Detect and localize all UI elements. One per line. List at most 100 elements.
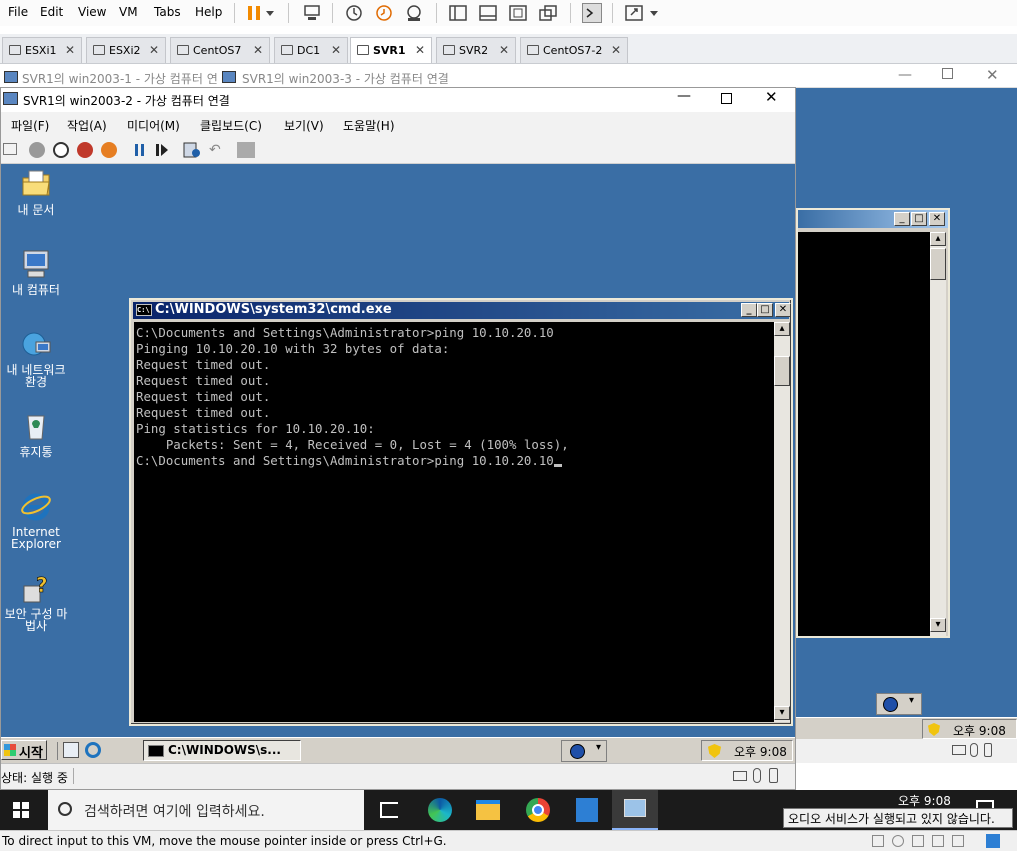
security-shield-icon[interactable]	[708, 744, 721, 758]
maximize-icon[interactable]: □	[757, 303, 773, 317]
hdd-icon[interactable]	[872, 835, 884, 847]
maximize-icon[interactable]: □	[911, 212, 927, 226]
sidebar-toggle-icon[interactable]	[448, 3, 468, 23]
scroll-thumb[interactable]	[930, 248, 946, 280]
tab-svr1[interactable]: SVR1 ✕	[350, 37, 432, 63]
network-adapter-icon[interactable]	[912, 835, 924, 847]
close-icon[interactable]: ✕	[611, 43, 621, 57]
menu-help[interactable]: 도움말(H)	[343, 117, 395, 134]
audio-service-toast[interactable]: 오디오 서비스가 실행되고 있지 않습니다.	[783, 808, 1013, 828]
pause-icon[interactable]	[133, 143, 147, 157]
maximize-icon[interactable]	[721, 93, 732, 104]
close-icon[interactable]: ✕	[499, 43, 509, 57]
menu-help[interactable]: Help	[195, 5, 222, 19]
taskbar-button-cmd[interactable]: C:\WINDOWS\s...	[143, 740, 301, 761]
desktop-icon-my-computer[interactable]: 내 컴퓨터	[1, 248, 71, 296]
close-icon[interactable]: ✕	[929, 212, 945, 226]
thumbnail-bar-icon[interactable]	[478, 3, 498, 23]
cmd-window[interactable]: C:\ C:\WINDOWS\system32\cmd.exe _ □ ✕ C:…	[129, 298, 793, 726]
enhanced-session-icon[interactable]	[237, 142, 255, 158]
host-search-box[interactable]: 검색하려면 여기에 입력하세요.	[48, 790, 364, 830]
tab-centos7-2[interactable]: CentOS7-2 ✕	[520, 37, 628, 63]
full-screen-icon[interactable]	[508, 3, 528, 23]
menu-file[interactable]: File	[8, 5, 28, 19]
chevron-down-icon[interactable]	[264, 3, 276, 23]
scrollbar[interactable]: ▴ ▾	[774, 322, 790, 722]
file-explorer-icon[interactable]	[476, 800, 500, 820]
cmd-console-output[interactable]: C:\Documents and Settings\Administrator>…	[134, 322, 774, 722]
start-icon[interactable]	[29, 142, 45, 158]
save-state-icon[interactable]	[101, 142, 117, 158]
bg-window-title-1[interactable]: SVR1의 win2003-1 - 가상 컴퓨터 연	[22, 70, 218, 87]
tab-centos7[interactable]: CentOS7 ✕	[170, 37, 270, 63]
menu-view[interactable]: 보기(V)	[284, 117, 324, 134]
revert-snapshot-icon[interactable]	[374, 3, 394, 23]
menu-tabs[interactable]: Tabs	[154, 5, 181, 19]
edge-icon[interactable]	[428, 798, 452, 822]
snapshot-icon[interactable]	[344, 3, 364, 23]
menu-file[interactable]: 파일(F)	[11, 117, 49, 134]
ctrl-alt-del-icon[interactable]	[3, 143, 17, 155]
maximize-icon[interactable]	[942, 68, 953, 79]
console-view-icon[interactable]	[582, 3, 602, 23]
scroll-up-icon[interactable]: ▴	[930, 232, 946, 246]
chrome-icon[interactable]	[526, 798, 550, 822]
chevron-down-icon[interactable]: ▾	[596, 742, 601, 753]
task-view-icon[interactable]	[380, 802, 398, 818]
windows-start-icon[interactable]	[13, 802, 29, 818]
vm-manager-icon[interactable]	[576, 798, 598, 822]
revert-icon[interactable]: ↶	[209, 142, 225, 158]
desktop-icon-internet-explorer[interactable]: Internet Explorer	[1, 490, 71, 550]
start-button[interactable]: 시작	[1, 740, 47, 761]
shutdown-icon[interactable]	[77, 142, 93, 158]
scroll-thumb[interactable]	[774, 356, 790, 386]
minimize-icon[interactable]: _	[741, 303, 757, 317]
send-ctrl-alt-del-icon[interactable]	[302, 3, 322, 23]
scroll-up-icon[interactable]: ▴	[774, 322, 790, 336]
tab-esxi1[interactable]: ESXi1 ✕	[2, 37, 82, 63]
globe-icon[interactable]	[570, 744, 585, 759]
tab-dc1[interactable]: DC1 ✕	[274, 37, 348, 63]
scroll-down-icon[interactable]: ▾	[930, 618, 946, 632]
menu-media[interactable]: 미디어(M)	[127, 117, 180, 134]
menu-view[interactable]: View	[78, 5, 106, 19]
tab-esxi2[interactable]: ESXi2 ✕	[86, 37, 166, 63]
close-icon[interactable]: ✕	[986, 66, 999, 84]
bg-window-title-3[interactable]: SVR1의 win2003-3 - 가상 컴퓨터 연결	[242, 70, 449, 87]
minimize-icon[interactable]: _	[894, 212, 910, 226]
checkpoint-icon[interactable]	[183, 142, 201, 158]
minimize-icon[interactable]: —	[677, 88, 691, 104]
chevron-down-icon[interactable]	[648, 3, 660, 23]
desktop-icon-network-places[interactable]: 내 네트워크 환경	[1, 328, 71, 388]
close-icon[interactable]: ✕	[331, 43, 341, 57]
vmware-taskbar-icon[interactable]	[612, 790, 658, 830]
scrollbar[interactable]: ▴ ▾	[930, 232, 946, 636]
unity-icon[interactable]	[538, 3, 558, 23]
close-icon[interactable]: ✕	[149, 43, 159, 57]
scroll-down-icon[interactable]: ▾	[774, 706, 790, 720]
desktop-icon-recycle-bin[interactable]: 휴지통	[1, 410, 71, 458]
turn-off-icon[interactable]	[53, 142, 69, 158]
desktop-icon-security-wizard[interactable]: ? 보안 구성 마법사	[1, 572, 71, 632]
desktop-icon-my-documents[interactable]: 내 문서	[1, 168, 71, 216]
show-desktop-icon[interactable]	[63, 742, 79, 758]
close-icon[interactable]: ✕	[775, 303, 791, 317]
cd-icon[interactable]	[892, 835, 904, 847]
menu-clipboard[interactable]: 클립보드(C)	[200, 117, 262, 134]
stretch-guest-icon[interactable]	[624, 3, 644, 23]
menu-edit[interactable]: Edit	[40, 5, 63, 19]
sound-icon[interactable]	[952, 835, 964, 847]
chevron-down-icon[interactable]: ▾	[909, 695, 914, 706]
usb-icon[interactable]	[932, 835, 944, 847]
close-icon[interactable]: ✕	[765, 88, 778, 106]
menu-vm[interactable]: VM	[119, 5, 138, 19]
snapshot-manager-icon[interactable]	[404, 3, 424, 23]
minimize-icon[interactable]: —	[898, 67, 912, 83]
cmd-titlebar[interactable]: C:\ C:\WINDOWS\system32\cmd.exe _ □ ✕	[133, 302, 791, 319]
close-icon[interactable]: ✕	[65, 43, 75, 57]
resume-icon[interactable]	[155, 143, 169, 157]
internet-explorer-icon[interactable]	[85, 742, 101, 758]
tab-svr2[interactable]: SVR2 ✕	[436, 37, 516, 63]
close-icon[interactable]: ✕	[415, 43, 425, 57]
pause-icon[interactable]	[244, 3, 264, 23]
